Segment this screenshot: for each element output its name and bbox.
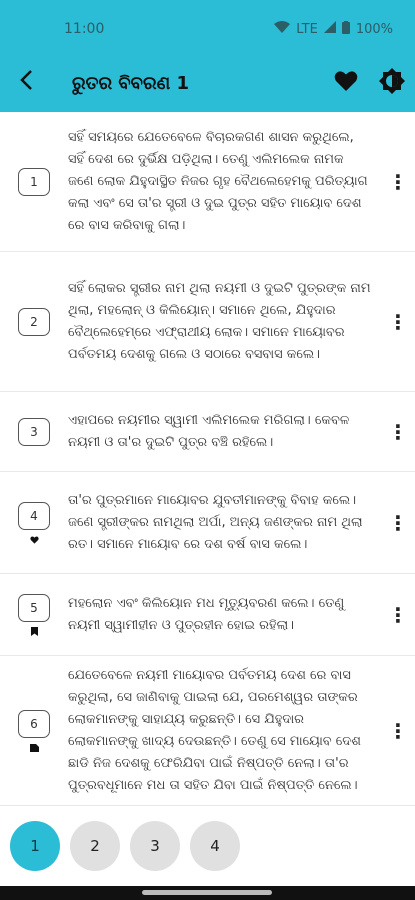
system-nav-bar (0, 886, 415, 900)
verse-number: 6 (18, 709, 50, 738)
verse-list[interactable]: 1 ସହିଁ ସମୟରେ ଯେତେବେଳେ ବିଚାରକଗଣ ଶାସନ କରୁଥ… (0, 112, 415, 806)
verse-number-column: 6 (0, 709, 68, 752)
back-button[interactable] (0, 58, 52, 108)
page-button-3[interactable]: 3 (130, 821, 180, 871)
status-icons: LTE 100% (274, 20, 393, 38)
more-vert-icon: ⋮ (388, 510, 408, 535)
verse-number: 1 (18, 167, 50, 196)
bookmark-icon (30, 621, 38, 640)
verse-mark (29, 534, 39, 544)
verse-number-column: 5 (0, 593, 68, 636)
verse-text: ସହିଁ ଲୋକର ସ୍ତ୍ରୀର ନାମ ଥିଲା ନୟମୀ ଓ ଦୁଇଟି … (68, 280, 371, 362)
arrow-back-icon (18, 68, 34, 98)
verse-number-column: 3 (0, 417, 68, 446)
more-vert-icon: ⋮ (388, 309, 408, 334)
verse-menu-button[interactable]: ⋮ (381, 603, 415, 627)
verse-number: 4 (18, 501, 50, 530)
verse-number: 5 (18, 593, 50, 622)
wifi-icon (274, 20, 291, 38)
favorite-button[interactable] (323, 58, 369, 108)
chapter-pager: 1 2 3 4 (0, 806, 415, 886)
verse-text: ତା'ର ପୁତ୍ରମାନେ ମାୟୋବର ଯୁବତୀମାନଙ୍କୁ ବିବାହ… (68, 492, 363, 552)
theme-toggle-button[interactable] (369, 58, 415, 108)
verse-row[interactable]: 4 ତା'ର ପୁତ୍ରମାନେ ମାୟୋବର ଯୁବତୀମାନଙ୍କୁ ବିବ… (0, 472, 415, 574)
page-title: ରୁତର ବିବରଣ 1 (72, 72, 189, 94)
verse-row[interactable]: 2 ସହିଁ ଲୋକର ସ୍ତ୍ରୀର ନାମ ଥିଲା ନୟମୀ ଓ ଦୁଇଟ… (0, 252, 415, 392)
battery-level: 100% (355, 21, 393, 37)
verse-menu-button[interactable]: ⋮ (381, 310, 415, 334)
verse-row[interactable]: 5 ମହଲୋନ ଏବଂ କିଲିୟୋନ ମଧ ମୃତ୍ୟୁବରଣ କଲେ। ତେ… (0, 574, 415, 656)
verse-menu-button[interactable]: ⋮ (381, 170, 415, 194)
network-label: LTE (296, 21, 318, 37)
verse-number-column: 1 (0, 167, 68, 196)
verse-text: ଯେତେବେଳେ ନୟମୀ ମାୟୋବର ପର୍ବତମୟ ଦେଶ ରେ ବାସ … (68, 667, 361, 793)
verse-number: 3 (18, 417, 50, 446)
verse-row[interactable]: 3 ଏହାପରେ ନୟମୀର ସ୍ୱାମୀ ଏଲିମଲେକ ମରିଗଲା। କେ… (0, 392, 415, 472)
heart-icon (334, 70, 358, 96)
more-vert-icon: ⋮ (388, 602, 408, 627)
heart-icon (29, 529, 39, 548)
status-time: 11:00 (64, 21, 105, 37)
more-vert-icon: ⋮ (388, 419, 408, 444)
more-vert-icon: ⋮ (388, 169, 408, 194)
more-vert-icon: ⋮ (388, 718, 408, 743)
brightness-icon (379, 68, 405, 98)
page-button-1[interactable]: 1 (10, 821, 60, 871)
app-bar: ରୁତର ବିବରଣ 1 (0, 58, 415, 108)
app-header: 11:00 LTE 100% ରୁତର ବିବରଣ 1 (0, 0, 415, 112)
verse-menu-button[interactable]: ⋮ (381, 511, 415, 535)
verse-number-column: 4 (0, 501, 68, 544)
verse-row[interactable]: 6 ଯେତେବେଳେ ନୟମୀ ମାୟୋବର ପର୍ବତମୟ ଦେଶ ରେ ବା… (0, 656, 415, 806)
verse-text: ଏହାପରେ ନୟମୀର ସ୍ୱାମୀ ଏଲିମଲେକ ମରିଗଲା। କେବଳ… (68, 412, 350, 450)
battery-icon (341, 20, 350, 38)
verse-row[interactable]: 1 ସହିଁ ସମୟରେ ଯେତେବେଳେ ବିଚାରକଗଣ ଶାସନ କରୁଥ… (0, 112, 415, 252)
verse-mark (29, 742, 39, 752)
page-button-4[interactable]: 4 (190, 821, 240, 871)
verse-mark (30, 626, 38, 636)
verse-number: 2 (18, 307, 50, 336)
verse-text: ସହିଁ ସମୟରେ ଯେତେବେଳେ ବିଚାରକଗଣ ଶାସନ କରୁଥିଲ… (68, 129, 368, 233)
verse-menu-button[interactable]: ⋮ (381, 420, 415, 444)
page-button-2[interactable]: 2 (70, 821, 120, 871)
verse-number-column: 2 (0, 307, 68, 336)
home-gesture-pill[interactable] (142, 890, 272, 895)
verse-text: ମହଲୋନ ଏବଂ କିଲିୟୋନ ମଧ ମୃତ୍ୟୁବରଣ କଲେ। ତେଣୁ… (68, 595, 345, 633)
note-icon (29, 737, 39, 756)
status-bar: 11:00 LTE 100% (0, 0, 415, 58)
verse-menu-button[interactable]: ⋮ (381, 719, 415, 743)
signal-icon (323, 21, 336, 37)
